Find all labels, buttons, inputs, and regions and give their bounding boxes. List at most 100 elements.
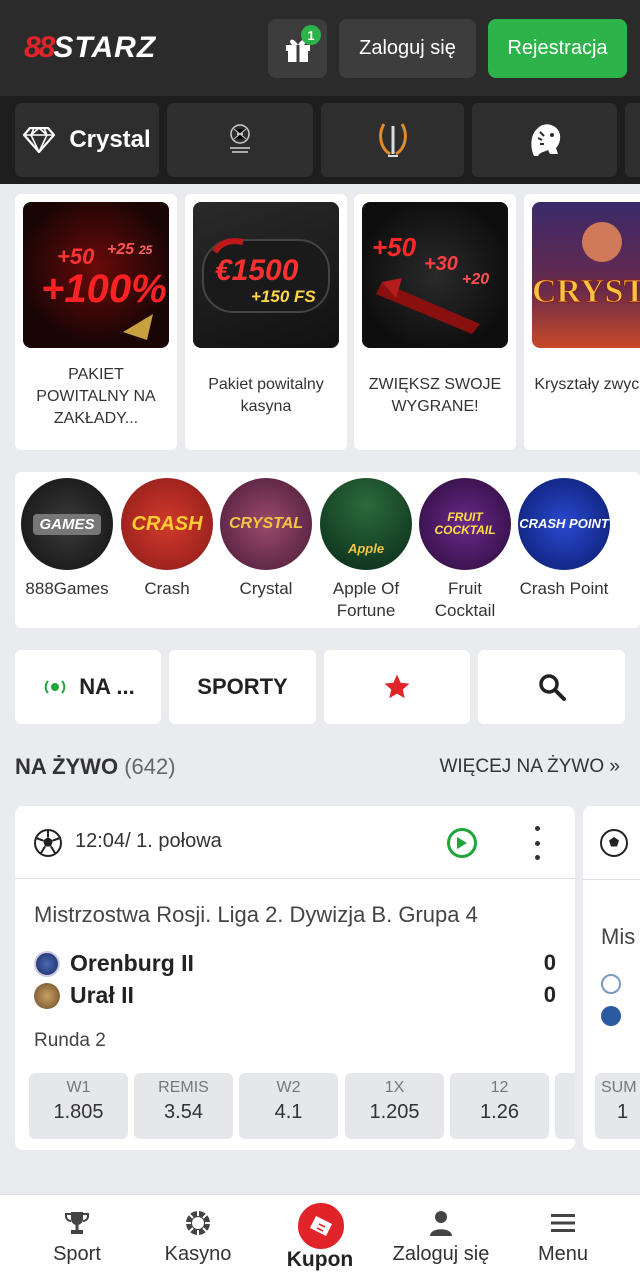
logo-mark: 88	[24, 31, 55, 64]
team-home-logo	[34, 950, 60, 977]
svg-text:CRYSTAL: CRYSTAL	[532, 273, 640, 310]
live-broadcast-icon	[44, 680, 66, 694]
svg-text:+150 FS: +150 FS	[251, 287, 316, 306]
nav-kupon-label[interactable]: Kupon	[260, 1248, 380, 1272]
nav-menu-label: Menu	[537, 1243, 589, 1265]
team-away-name: Urał II	[70, 982, 134, 1008]
game-icon-crystal: CRYSTAL	[220, 478, 312, 570]
odd-button-w1[interactable]: W1 1.805	[29, 1073, 128, 1139]
game-item[interactable]: GAMES 888Games	[19, 478, 115, 600]
odd-label: REMIS	[158, 1079, 209, 1096]
logo[interactable]: 88 STARZ	[24, 28, 156, 68]
match-card[interactable]: 12:04/ 1. połowa Mistrzostwa Rosji. Liga…	[15, 806, 575, 1150]
svg-text:+100%: +100%	[41, 267, 167, 311]
odd-label: 12	[490, 1079, 509, 1096]
game-label: Crystal	[239, 579, 293, 598]
league-name-fragment: Mis	[601, 924, 636, 949]
game-label: Fruit Cocktail	[434, 579, 496, 620]
team-away-logo	[34, 982, 60, 1009]
promo-image: €1500 +150 FS	[193, 202, 339, 348]
live-filter-button[interactable]: NA ...	[15, 650, 161, 724]
promo-title: PAKIET POWITALNY NA ZAKŁADY...	[36, 366, 156, 427]
gift-button[interactable]: 1	[268, 19, 327, 78]
odd-button-1x[interactable]: 1X 1.205	[345, 1073, 444, 1139]
live-section-title: NA ŻYWO (642)	[15, 754, 176, 780]
game-label: Apple Of Fortune	[332, 579, 400, 620]
soccer-ball-icon	[600, 829, 628, 857]
svg-text:€1500: €1500	[215, 254, 299, 287]
odd-button-more[interactable]	[555, 1073, 575, 1139]
promo-card[interactable]: €1500 +150 FS Pakiet powitalny kasyna	[185, 194, 347, 450]
premier-league-lion-icon	[530, 124, 560, 156]
svg-text:+25: +25	[107, 241, 135, 258]
promo-boost-art: +50 +30 +20	[372, 232, 489, 334]
nav-sport-label: Sport	[53, 1243, 101, 1265]
match-clock: 12:04	[75, 830, 126, 852]
svg-text:25: 25	[138, 243, 153, 257]
nav-casino-label: Kasyno	[164, 1243, 232, 1265]
svg-text:+30: +30	[424, 253, 458, 275]
game-item[interactable]: Apple Apple Of Fortune	[318, 478, 414, 622]
game-item[interactable]: CRYSTAL Crystal	[218, 478, 314, 600]
category-champions-league[interactable]	[167, 103, 313, 177]
search-button[interactable]	[478, 650, 625, 724]
promo-card[interactable]: +50 +30 +20 ZWIĘKSZ SWOJE WYGRANE!	[354, 194, 516, 450]
logo-text: STARZ	[53, 31, 157, 64]
category-premier-league[interactable]	[472, 103, 617, 177]
play-icon	[457, 837, 467, 849]
game-item[interactable]: CRASH Crash	[119, 478, 215, 600]
odd-value: 1.805	[53, 1101, 104, 1123]
nav-login[interactable]: Zaloguj się	[381, 1209, 501, 1266]
login-button[interactable]: Zaloguj się	[339, 19, 476, 78]
promo-title: ZWIĘKSZ SWOJE WYGRANE!	[368, 376, 502, 415]
nav-casino[interactable]: Kasyno	[138, 1209, 258, 1266]
promo-crystal-art: CRYSTAL	[532, 222, 640, 311]
odd-button[interactable]: SUM 1	[595, 1073, 640, 1139]
category-bar: Crystal	[0, 96, 640, 184]
promo-card[interactable]: CRYSTAL Kryształy zwycięstw	[524, 194, 640, 450]
nav-menu[interactable]: Menu	[503, 1209, 623, 1266]
promo-image: +50 +30 +20	[362, 202, 508, 348]
game-label: Crash	[144, 579, 190, 598]
favorites-button[interactable]	[324, 650, 470, 724]
top-header: 88 STARZ 1 Zaloguj się Rejestracja	[0, 0, 640, 96]
svg-text:+50: +50	[57, 244, 95, 269]
odd-label: 1X	[384, 1079, 405, 1096]
more-options-icon[interactable]	[531, 826, 543, 860]
category-more[interactable]	[625, 103, 640, 177]
promo-card[interactable]: +50 +25 25 +100% PAKIET POWITALNY NA ZAK…	[15, 194, 177, 450]
odd-button-12[interactable]: 12 1.26	[450, 1073, 549, 1139]
diamond-icon	[23, 127, 56, 153]
nav-sport[interactable]: Sport	[17, 1209, 137, 1266]
score-home: 0	[543, 950, 556, 975]
game-icon-crash-point: CRASH POINT	[518, 478, 610, 570]
odd-value: 1.26	[480, 1101, 519, 1123]
category-crystal[interactable]: Crystal	[15, 103, 159, 177]
team-home-name: Orenburg II	[70, 950, 194, 976]
team-home: Orenburg II	[34, 950, 194, 977]
game-item[interactable]: CRASH POINT Crash Point	[516, 478, 612, 600]
play-stream-button[interactable]	[447, 828, 477, 858]
register-button[interactable]: Rejestracja	[488, 19, 627, 78]
match-period: / 1. połowa	[125, 830, 222, 852]
game-icon-fruit-cocktail: FRUIT COCKTAIL	[419, 478, 511, 570]
game-item[interactable]: FRUIT COCKTAIL Fruit Cocktail	[417, 478, 513, 622]
odd-button-remis[interactable]: REMIS 3.54	[134, 1073, 233, 1139]
europa-league-icon	[378, 123, 407, 157]
more-live-link[interactable]: WIĘCEJ NA ŻYWO »	[439, 756, 620, 778]
match-time: 12:04/ 1. połowa	[75, 830, 222, 853]
match-card-partial[interactable]: Mis SUM 1	[583, 806, 640, 1150]
trophy-icon	[65, 1212, 89, 1234]
promo-image: +50 +25 25 +100%	[23, 202, 169, 348]
sports-filter-button[interactable]: SPORTY	[169, 650, 316, 724]
promo-title: Kryształy zwycięstw	[534, 376, 640, 393]
odd-button-w2[interactable]: W2 4.1	[239, 1073, 338, 1139]
promo-title: Pakiet powitalny kasyna	[208, 376, 324, 415]
match-card-header: 12:04/ 1. połowa	[15, 806, 575, 879]
search-icon	[538, 674, 566, 701]
category-europa-league[interactable]	[321, 103, 464, 177]
odd-label: SUM	[601, 1079, 637, 1096]
star-icon	[384, 674, 410, 699]
kupon-button[interactable]	[295, 1200, 347, 1252]
games-strip: GAMES 888Games CRASH Crash CRYSTAL Cryst…	[15, 472, 640, 628]
